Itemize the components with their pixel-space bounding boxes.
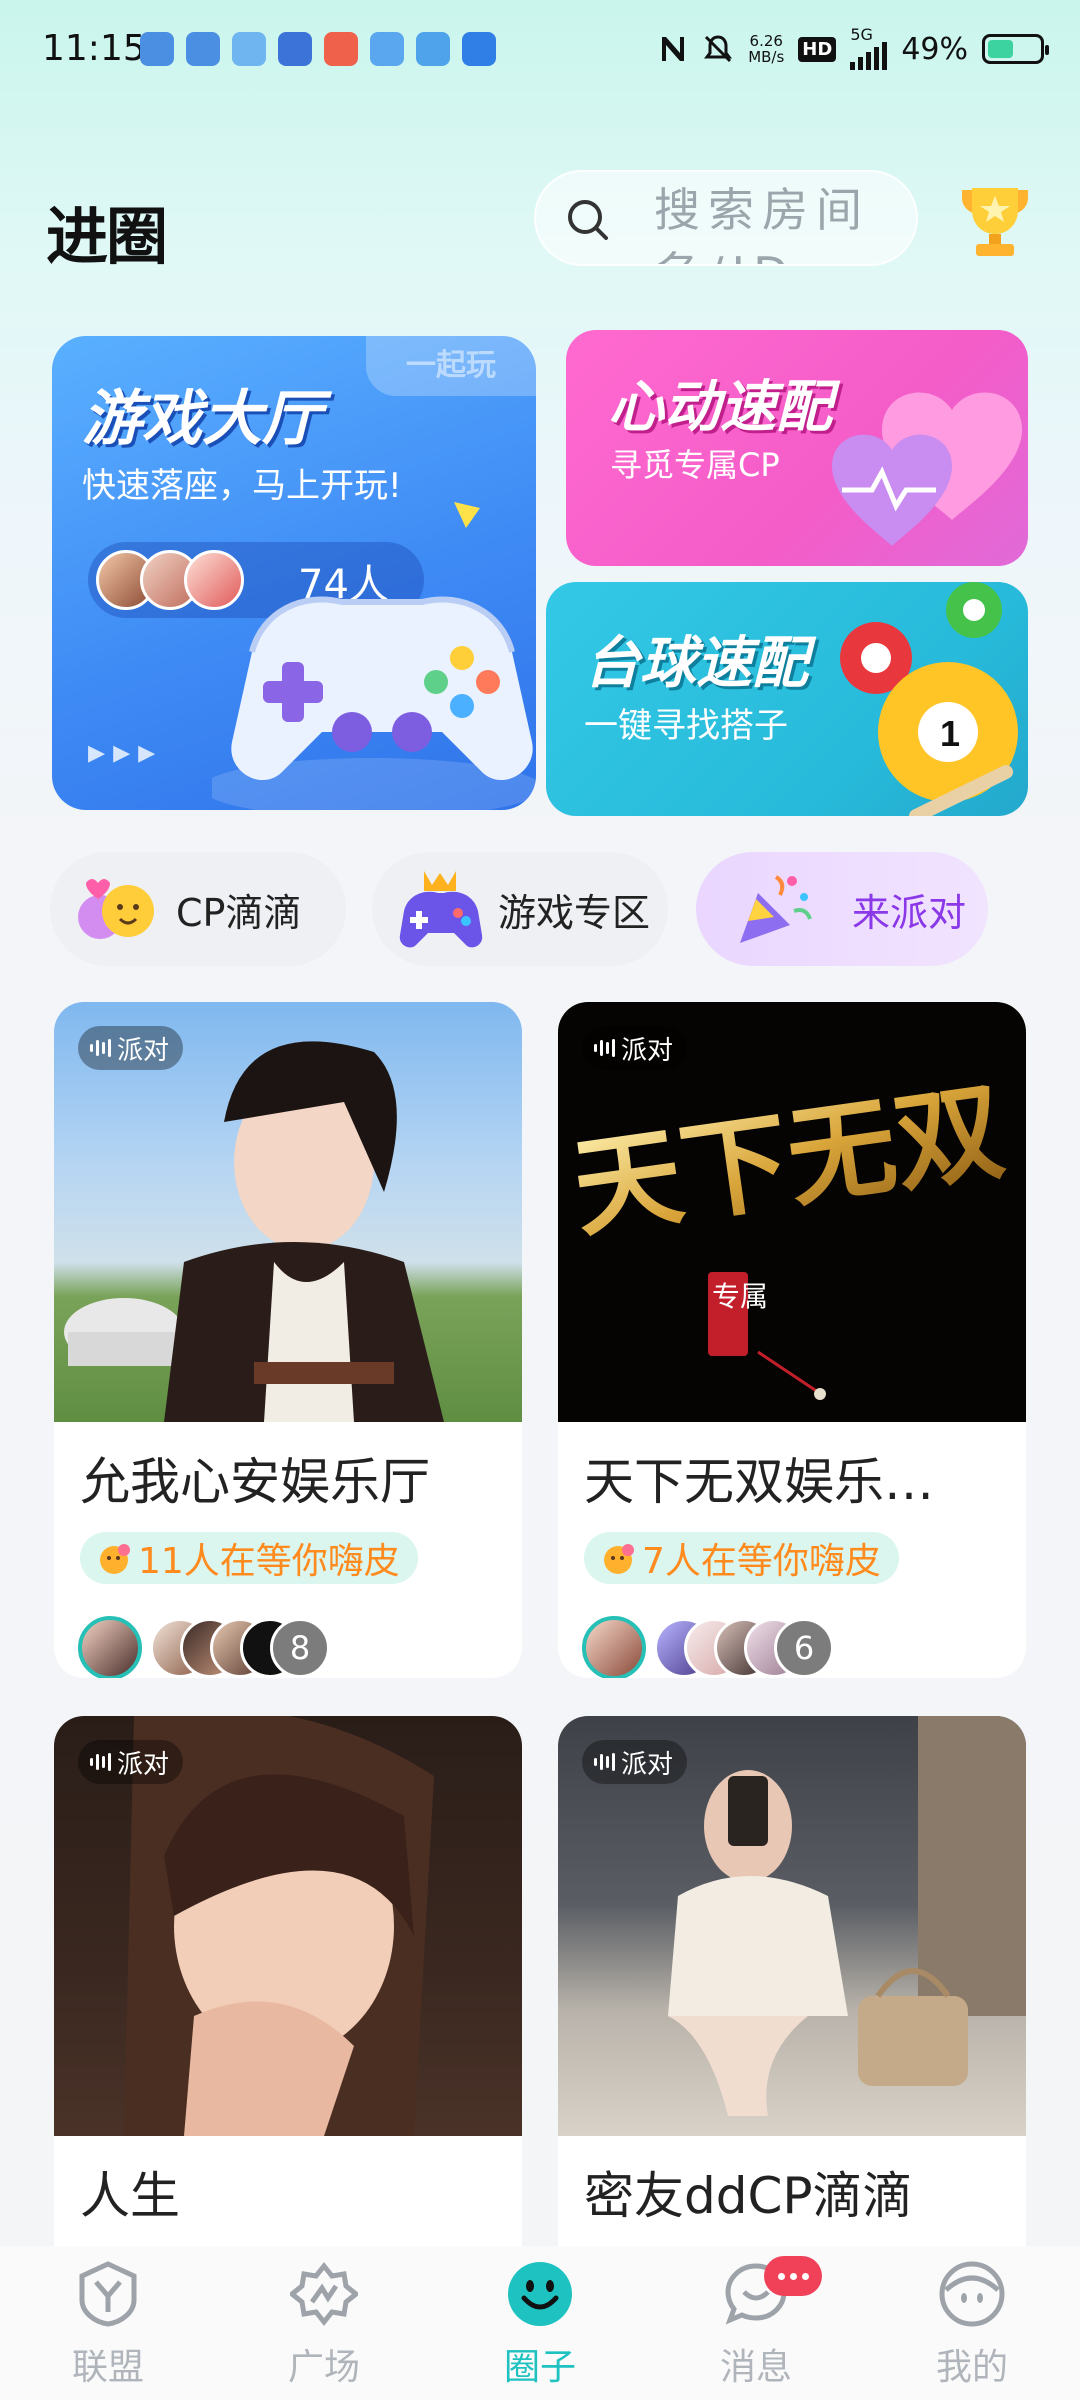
room-card[interactable]: 天下无双 专属 派对 天下无双娱乐… 7人在等你嗨皮 6 — [558, 1002, 1026, 1678]
search-input[interactable]: 搜索房间名/ID — [534, 170, 918, 266]
party-tag: 派对 — [582, 1740, 688, 1784]
room-card[interactable]: 派对 密友ddCP滴滴 — [558, 1716, 1026, 2276]
notification-app-icon — [324, 32, 358, 66]
battery-percent: 49% — [901, 31, 968, 67]
trophy-icon[interactable] — [952, 184, 1038, 258]
chip-label: CP滴滴 — [176, 890, 302, 935]
cp-match-subtitle: 寻觅专属CP — [610, 446, 780, 484]
party-tag: 派对 — [78, 1740, 184, 1784]
search-placeholder: 搜索房间名/ID — [654, 183, 870, 264]
avatar — [78, 1616, 142, 1678]
nav-tab-messages[interactable]: 消息 — [686, 2256, 826, 2390]
game-hall-title: 游戏大厅 — [82, 384, 322, 454]
signal-icon — [850, 42, 888, 70]
notification-app-icon — [232, 32, 266, 66]
sound-wave-icon — [594, 1038, 615, 1058]
chip-party[interactable]: 来派对 — [696, 852, 988, 966]
net-speed: 6.26 MB/s — [748, 32, 785, 66]
status-indicators: 6.26 MB/s HD 5G 49% — [658, 27, 1049, 70]
fire-emoji-icon — [100, 1544, 130, 1574]
billiard-balls-icon: 1 — [840, 582, 1018, 816]
nav-tab-profile[interactable]: 我的 — [902, 2260, 1042, 2390]
game-hall-flag-icon — [454, 502, 480, 528]
notification-app-icon — [462, 32, 496, 66]
battery-fill — [988, 40, 1013, 58]
arrows-decoration: ▸▸▸ — [88, 732, 164, 772]
nav-label: 圈子 — [503, 2347, 576, 2388]
network-indicator: 5G — [850, 27, 888, 70]
notification-app-icon — [416, 32, 450, 66]
more-members-count: 8 — [270, 1618, 330, 1678]
cover-calligraphy: 天下无双 — [566, 1068, 1011, 1253]
mute-bell-icon — [704, 35, 733, 63]
sound-wave-icon — [90, 1752, 111, 1772]
room-title: 允我心安娱乐厅 — [80, 1453, 430, 1511]
status-notification-icons — [140, 32, 496, 66]
notification-app-icon — [186, 32, 220, 66]
game-hall-corner-tag: 一起玩 — [366, 336, 536, 396]
circle-smile-icon — [508, 2262, 572, 2326]
waiting-pill: 7人在等你嗨皮 — [584, 1532, 899, 1584]
gamepad-icon — [212, 596, 536, 810]
nav-tab-circle[interactable]: 圈子 — [470, 2260, 610, 2390]
party-tag: 派对 — [582, 1026, 688, 1070]
waiting-pill: 11人在等你嗨皮 — [80, 1532, 418, 1584]
chip-label: 来派对 — [852, 890, 967, 935]
nav-label: 消息 — [719, 2347, 792, 2388]
game-hall-subtitle: 快速落座，马上开玩! — [82, 466, 402, 506]
cover-seal: 专属 — [712, 1280, 768, 1313]
profile-icon — [939, 2261, 1005, 2327]
notification-app-icon — [278, 32, 312, 66]
nav-label: 联盟 — [71, 2347, 144, 2388]
room-card[interactable]: 派对 允我心安娱乐厅 11人在等你嗨皮 8 — [54, 1002, 522, 1678]
fire-emoji-icon — [604, 1544, 634, 1574]
header: 进圈 搜索房间名/ID — [0, 160, 1080, 290]
game-hall-banner[interactable]: 一起玩 游戏大厅 快速落座，马上开玩! 74人在玩 ▸▸▸ — [52, 336, 536, 810]
bottom-nav: 联盟 广场 圈子 消息 我的 — [0, 2246, 1080, 2400]
game-crown-icon — [399, 871, 483, 948]
app-logo: 进圈 — [46, 200, 168, 273]
waiting-text: 7人在等你嗨皮 — [642, 1541, 881, 1582]
cp-match-title: 心动速配 — [608, 375, 832, 440]
avatar — [582, 1616, 646, 1678]
status-time: 11:15 — [42, 28, 146, 69]
pool-match-banner[interactable]: 台球速配 一键寻找搭子 1 — [546, 582, 1028, 816]
room-card[interactable]: 派对 人生 — [54, 1716, 522, 2276]
battery-icon — [982, 34, 1049, 64]
party-tag: 派对 — [78, 1026, 184, 1070]
heart-icon — [832, 392, 1022, 546]
waiting-text: 11人在等你嗨皮 — [138, 1541, 400, 1582]
more-members-count: 6 — [774, 1618, 834, 1678]
sound-wave-icon — [90, 1038, 111, 1058]
cp-emoji-icon — [78, 879, 154, 939]
message-badge — [764, 2256, 822, 2296]
nfc-icon — [662, 37, 685, 61]
hd-badge: HD — [798, 36, 837, 62]
chip-game-zone[interactable]: 游戏专区 — [372, 852, 668, 966]
notification-app-icon — [370, 32, 404, 66]
room-title: 人生 — [80, 2167, 180, 2225]
search-icon — [568, 200, 608, 240]
chip-cp-didi[interactable]: CP滴滴 — [50, 852, 346, 966]
cp-match-banner[interactable]: 心动速配 寻觅专属CP — [566, 330, 1028, 566]
nav-label: 广场 — [287, 2347, 360, 2388]
room-title: 密友ddCP滴滴 — [584, 2167, 913, 2225]
party-popper-icon — [740, 875, 812, 943]
room-title: 天下无双娱乐… — [584, 1453, 934, 1511]
notification-app-icon — [140, 32, 174, 66]
nav-tab-league[interactable]: 联盟 — [38, 2260, 178, 2390]
sound-wave-icon — [594, 1752, 615, 1772]
nav-label: 我的 — [935, 2347, 1008, 2388]
status-bar: 11:15 6.26 MB/s HD 5G 49% — [0, 0, 1080, 100]
chip-label: 游戏专区 — [498, 890, 651, 935]
nav-tab-square[interactable]: 广场 — [254, 2260, 394, 2390]
pool-match-title: 台球速配 — [584, 631, 808, 696]
pool-match-subtitle: 一键寻找搭子 — [584, 706, 788, 746]
league-icon — [79, 2261, 137, 2327]
svg-text:1: 1 — [940, 713, 960, 754]
square-icon — [290, 2261, 358, 2327]
